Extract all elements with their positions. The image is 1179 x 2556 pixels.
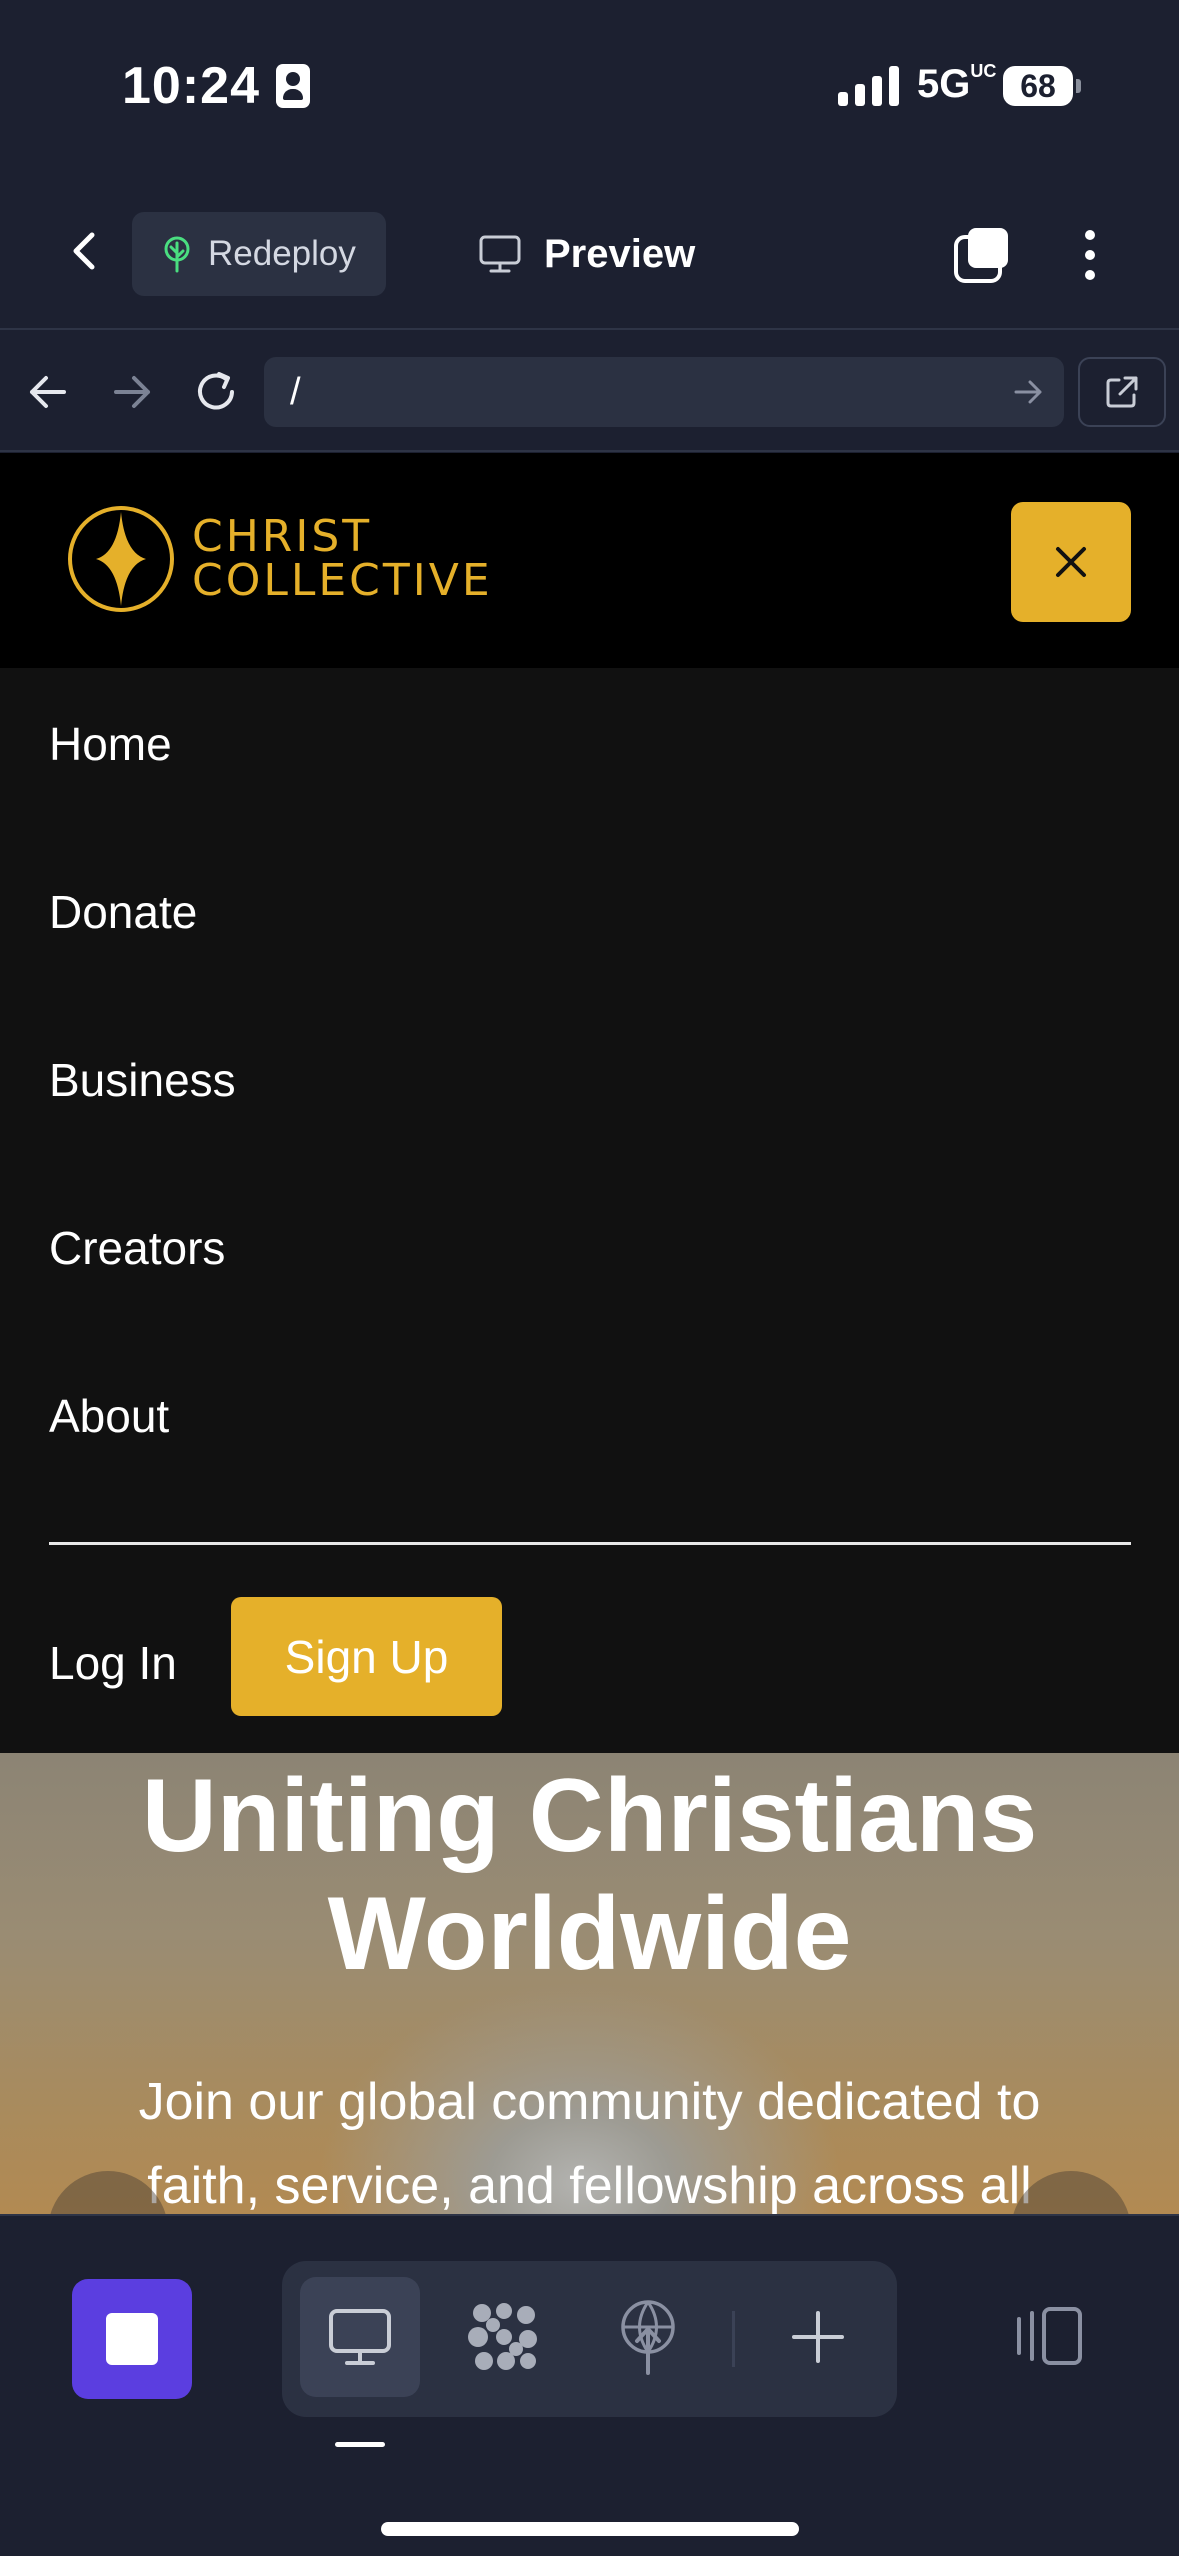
chevron-left-icon[interactable]: [62, 227, 110, 275]
redeploy-button[interactable]: Redeploy: [132, 212, 386, 296]
plus-icon: [792, 2311, 844, 2363]
nav-item-donate[interactable]: Donate: [49, 885, 197, 939]
cluster-icon: [468, 2303, 537, 2370]
arrow-right-icon[interactable]: [1010, 374, 1046, 410]
panel-toggle-button[interactable]: [1000, 2276, 1100, 2396]
url-text: /: [290, 370, 301, 413]
home-indicator: [381, 2522, 799, 2536]
bottom-bar: [0, 2214, 1179, 2556]
nav-item-home[interactable]: Home: [49, 717, 172, 771]
preview-button[interactable]: Preview: [478, 212, 695, 296]
status-bar: 10:24 5GUC 68: [0, 0, 1179, 175]
close-icon: [1056, 547, 1086, 577]
preview-view-button[interactable]: [300, 2277, 420, 2397]
add-tab-button[interactable]: [758, 2277, 878, 2397]
stop-button[interactable]: [72, 2279, 192, 2399]
hero-subtitle: Join our global community dedicated to f…: [60, 2060, 1119, 2214]
arrow-left-icon[interactable]: [18, 362, 78, 422]
nav-item-about[interactable]: About: [49, 1389, 169, 1443]
cellular-signal-icon: [838, 66, 899, 106]
site-logo[interactable]: CHRIST COLLECTIVE: [66, 504, 493, 614]
arrow-right-icon[interactable]: [102, 362, 162, 422]
logo-wordmark: CHRIST COLLECTIVE: [192, 515, 493, 603]
status-time: 10:24: [122, 56, 310, 116]
site-header: CHRIST COLLECTIVE: [0, 453, 1179, 668]
mobile-nav-menu: Home Donate Business Creators About: [0, 668, 1179, 1778]
external-link-icon: [1106, 376, 1138, 408]
hero-title-line-1: Uniting Christians: [141, 1758, 1038, 1874]
sprout-icon: [164, 236, 190, 273]
tabs-icon[interactable]: [952, 225, 1012, 285]
globe-deploy-icon: [621, 2300, 675, 2375]
signup-button[interactable]: Sign Up: [231, 1597, 502, 1716]
monitor-icon: [479, 235, 521, 273]
battery-level: 68: [1020, 67, 1056, 104]
logo-line-2: COLLECTIVE: [192, 555, 493, 606]
hero-sub-line-2: faith, service, and fellowship across al…: [147, 2157, 1032, 2214]
hero-sub-line-1: Join our global community dedicated to: [138, 2073, 1041, 2131]
logo-line-1: CHRIST: [192, 511, 373, 562]
nav-item-business[interactable]: Business: [49, 1053, 236, 1107]
browser-bar: /: [0, 332, 1179, 452]
reload-icon[interactable]: [186, 362, 246, 422]
open-external-button[interactable]: [1078, 357, 1166, 427]
network-type: 5GUC: [917, 61, 997, 107]
login-link[interactable]: Log In: [49, 1636, 177, 1690]
app-toolbar: Redeploy Preview: [0, 175, 1179, 330]
preview-label: Preview: [544, 231, 696, 276]
close-menu-button[interactable]: [1011, 502, 1131, 622]
url-input[interactable]: /: [264, 357, 1064, 427]
workspace-view-button[interactable]: [444, 2277, 564, 2397]
battery-icon: 68: [1003, 66, 1081, 106]
network-type-text: 5G: [917, 62, 971, 106]
active-tab-indicator: [335, 2442, 385, 2447]
contact-card-icon: [276, 64, 310, 108]
nav-item-creators[interactable]: Creators: [49, 1221, 225, 1275]
toolbar-divider: [732, 2311, 735, 2367]
hero-section: Uniting Christians Worldwide Join our gl…: [0, 1753, 1179, 2214]
status-time-text: 10:24: [122, 57, 260, 115]
hero-title: Uniting Christians Worldwide: [0, 1757, 1179, 1993]
menu-divider: [49, 1542, 1131, 1545]
view-switcher: [282, 2261, 897, 2417]
stop-icon: [106, 2313, 158, 2365]
star-logo-icon: [68, 506, 174, 612]
more-vertical-icon[interactable]: [1070, 225, 1110, 285]
site-preview: CHRIST COLLECTIVE Home Donate Business C…: [0, 453, 1179, 2214]
hero-title-line-2: Worldwide: [327, 1876, 852, 1992]
monitor-icon: [329, 2309, 391, 2365]
network-suffix: UC: [970, 61, 997, 81]
deploy-view-button[interactable]: [588, 2277, 708, 2397]
redeploy-label: Redeploy: [208, 234, 356, 273]
panel-toggle-icon: [1017, 2307, 1082, 2365]
